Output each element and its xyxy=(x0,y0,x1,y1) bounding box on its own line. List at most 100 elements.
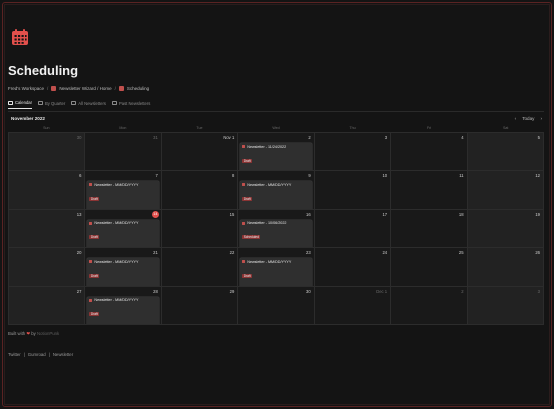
link-separator: | xyxy=(23,352,25,357)
event-card[interactable]: Newsletter - MM/DD/YYYYDraftCurationFred xyxy=(87,296,159,324)
calendar-day-cell[interactable]: 17 xyxy=(314,209,392,249)
calendar-day-cell[interactable]: 2 xyxy=(391,286,468,325)
calendar-day-cell[interactable]: 10 xyxy=(314,171,392,210)
table-icon xyxy=(71,101,77,105)
calendar-day-cell[interactable]: 16 Newsletter - 10/06/2022ScheduledCurati… xyxy=(238,209,315,249)
tab-by-quarter[interactable]: By Quarter xyxy=(38,100,65,109)
author-link[interactable]: NotionPunk xyxy=(37,331,59,336)
calendar-day-cell[interactable]: 11 xyxy=(391,171,468,210)
event-title-text: Newsletter - MM/DD/YYYY xyxy=(94,182,139,187)
footer-links: Twitter | Gumroad | Newsletter xyxy=(8,352,73,357)
tab-label: Past Newsletters xyxy=(118,100,151,106)
calendar-day-cell[interactable]: 15 xyxy=(161,209,239,249)
day-number: 24 xyxy=(382,250,388,256)
calendar-day-cell[interactable]: 3 xyxy=(467,286,544,325)
calendar-day-cell[interactable]: 24 xyxy=(314,248,392,287)
calendar-icon xyxy=(118,86,124,91)
tab-past-newsletters[interactable]: Past Newsletters xyxy=(111,100,151,109)
day-number: 8 xyxy=(231,173,235,179)
calendar-day-cell[interactable]: Nov 1 xyxy=(161,133,239,172)
event-card[interactable]: Newsletter - MM/DD/YYYYDraftPromotionFre… xyxy=(240,181,312,209)
breadcrumb-separator: / xyxy=(47,86,49,91)
day-number: 26 xyxy=(535,250,540,256)
calendar-day-cell[interactable]: 13 xyxy=(9,209,86,249)
event-card[interactable]: Newsletter - MM/DD/YYYYDraftCurationTom xyxy=(87,181,159,209)
calendar-day-cell[interactable]: 29 xyxy=(161,286,239,325)
calendar-day-cell[interactable]: 5 xyxy=(467,133,544,172)
day-number: 28 xyxy=(153,288,158,294)
tab-label: All Newsletters xyxy=(78,100,106,106)
day-number: Nov 1 xyxy=(223,135,235,140)
calendar-day-cell[interactable]: 4 xyxy=(391,133,468,172)
weekday-label: Thu xyxy=(349,126,356,130)
status-tag: Draft xyxy=(242,196,253,202)
today-button[interactable]: Today xyxy=(522,116,534,121)
day-number: 21 xyxy=(153,250,158,256)
day-number: 25 xyxy=(458,250,464,256)
today-day-number: 14 xyxy=(151,210,159,218)
tab-all-newsletters[interactable]: All Newsletters xyxy=(71,100,106,109)
event-card[interactable]: Newsletter - 10/06/2022ScheduledCuration… xyxy=(240,219,312,248)
calendar-day-cell[interactable]: 22 xyxy=(161,248,239,287)
day-number: 18 xyxy=(458,211,464,217)
breadcrumb-item-scheduling[interactable]: Scheduling xyxy=(127,86,149,91)
calendar-day-cell[interactable]: 18 xyxy=(391,209,468,249)
calendar-day-cell[interactable]: 25 xyxy=(391,248,468,287)
chevron-right-icon[interactable]: › xyxy=(540,116,542,121)
tab-label: By Quarter xyxy=(45,100,66,106)
calendar-day-cell[interactable]: 31 xyxy=(85,133,162,172)
day-number: 15 xyxy=(229,211,235,217)
day-number: 2 xyxy=(461,288,464,294)
calendar-day-cell[interactable]: 30 xyxy=(238,286,315,325)
calendar-day-cell[interactable]: 9Newsletter - MM/DD/YYYYDraftPromotionFr… xyxy=(238,171,315,210)
newsletter-link[interactable]: Newsletter xyxy=(53,352,73,357)
newsletter-icon xyxy=(242,260,246,264)
calendar-day-cell[interactable]: 7 Newsletter - MM/DD/YYYYDraftCurationTom xyxy=(85,171,162,210)
calendar-day-cell[interactable]: 2Newsletter - 11/24/2022DraftNewsTom xyxy=(238,133,315,172)
day-number: 20 xyxy=(76,250,82,256)
calendar-day-cell[interactable]: 28Newsletter - MM/DD/YYYYDraftCurationFr… xyxy=(85,286,162,325)
tab-label: Calendar xyxy=(15,100,32,105)
calendar-day-cell[interactable]: 6 xyxy=(9,171,86,210)
calendar-day-cell[interactable]: 12 xyxy=(467,171,544,210)
table-icon xyxy=(111,101,117,105)
breadcrumb-item-home[interactable]: Newsletter Wizard / Home xyxy=(59,86,111,91)
day-number: 27 xyxy=(76,288,82,294)
calendar-nav: ‹ Today › xyxy=(515,116,542,121)
event-title-text: Newsletter - MM/DD/YYYY xyxy=(247,182,292,187)
event-card[interactable]: Newsletter - MM/DD/YYYYDraftNewsFred xyxy=(87,219,159,248)
calendar-day-cell[interactable]: 26 xyxy=(467,248,544,287)
board-icon xyxy=(38,101,43,105)
day-number: 3 xyxy=(384,135,388,140)
event-card[interactable]: Newsletter - MM/DD/YYYYDraftCurationFred xyxy=(240,258,312,286)
calendar-day-cell[interactable]: 23Newsletter - MM/DD/YYYYDraftCurationFr… xyxy=(238,248,315,287)
calendar-icon xyxy=(11,28,29,46)
day-number: 17 xyxy=(382,211,388,217)
twitter-link[interactable]: Twitter xyxy=(8,352,21,357)
status-tag: Draft xyxy=(89,312,100,317)
day-number: 3 xyxy=(537,288,540,294)
chevron-left-icon[interactable]: ‹ xyxy=(515,116,517,121)
calendar-day-cell[interactable]: 21 Newsletter - MM/DD/YYYYDraftNewsTom xyxy=(85,248,162,287)
event-title-text: Newsletter - MM/DD/YYYY xyxy=(94,298,139,303)
calendar-day-cell[interactable]: 3 xyxy=(314,133,392,172)
event-card[interactable]: Newsletter - MM/DD/YYYYDraftNewsTom xyxy=(87,258,159,286)
calendar-day-cell[interactable]: 30 xyxy=(9,133,86,172)
status-tag: Scheduled xyxy=(242,235,261,240)
breadcrumb-item-workspace[interactable]: Fred's Workspace xyxy=(8,86,44,91)
status-tag: Draft xyxy=(89,235,100,240)
event-title-text: Newsletter - 11/24/2022 xyxy=(247,144,287,149)
day-number: 31 xyxy=(153,135,158,140)
calendar-day-cell[interactable]: 20 xyxy=(9,248,86,287)
calendar-day-cell[interactable]: 8 xyxy=(161,171,239,210)
day-number: 6 xyxy=(79,173,82,179)
day-number: 7 xyxy=(155,173,158,179)
built-with: Built with ❤ by NotionPunk xyxy=(8,331,59,337)
tab-calendar[interactable]: Calendar xyxy=(8,100,32,109)
gumroad-link[interactable]: Gumroad xyxy=(28,352,46,357)
calendar-day-cell[interactable]: 19 xyxy=(467,209,544,249)
calendar-day-cell[interactable]: 14Newsletter - MM/DD/YYYYDraftNewsFred xyxy=(85,209,162,249)
calendar-day-cell[interactable]: 27 xyxy=(9,286,86,325)
event-card[interactable]: Newsletter - 11/24/2022DraftNewsTom xyxy=(240,143,312,171)
calendar-day-cell[interactable]: Dec 1 xyxy=(314,286,392,325)
